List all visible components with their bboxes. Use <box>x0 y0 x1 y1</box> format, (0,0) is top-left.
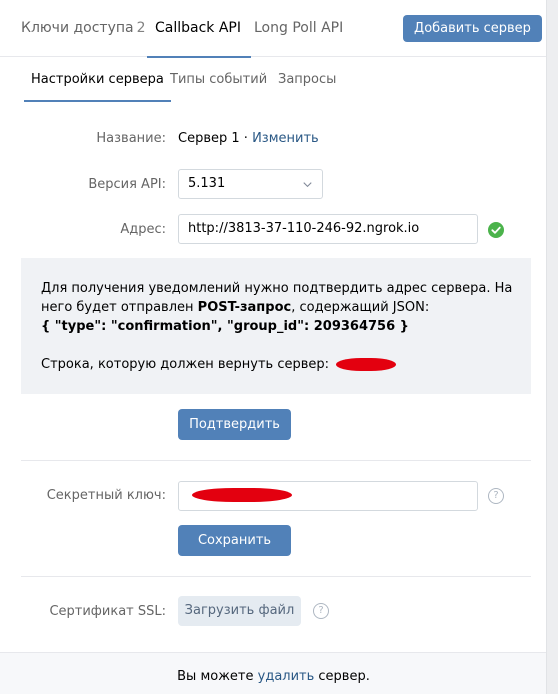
change-name-link[interactable]: Изменить <box>252 131 319 146</box>
footer: Вы можете удалить сервер. <box>0 652 546 694</box>
name-row: Сервер 1 · Изменить <box>178 131 319 146</box>
upload-file-button[interactable]: Загрузить файл <box>178 596 301 626</box>
name-separator: · <box>239 131 253 146</box>
chevron-down-icon <box>303 182 312 188</box>
secret-key-input[interactable] <box>178 481 478 511</box>
server-name: Сервер 1 <box>178 131 240 146</box>
delete-server-link[interactable]: удалить <box>258 669 315 684</box>
top-tabs: Ключи доступа 2 Callback API Long Poll AP… <box>0 0 546 58</box>
confirm-button[interactable]: Подтвердить <box>178 409 291 440</box>
confirmation-json: { "type": "confirmation", "group_id": 20… <box>41 319 409 334</box>
confirmation-text-bold: POST-запрос <box>197 300 292 315</box>
version-label: Версия API: <box>88 177 166 192</box>
tab-callback-api[interactable]: Callback API <box>146 0 252 58</box>
return-string-label: Строка, которую должен вернуть сервер: <box>41 357 330 372</box>
address-label: Адрес: <box>120 222 166 237</box>
checkmark-circle-icon <box>488 222 504 238</box>
question-circle-icon[interactable]: ? <box>313 603 329 619</box>
question-circle-icon[interactable]: ? <box>488 488 504 504</box>
api-version-select[interactable]: 5.131 <box>178 169 323 199</box>
confirmation-text-2: , содержащий JSON: <box>291 300 430 315</box>
divider <box>21 460 531 461</box>
tab-server-settings[interactable]: Настройки сервера <box>24 58 171 102</box>
name-label: Название: <box>96 131 166 146</box>
tab-event-types[interactable]: Типы событий <box>170 58 267 102</box>
return-string-row: Строка, которую должен вернуть сервер: <box>41 357 397 372</box>
divider <box>21 576 531 577</box>
redacted-secret-key <box>192 487 292 502</box>
add-server-button[interactable]: Добавить сервер <box>403 15 542 42</box>
redacted-confirmation-string <box>336 358 397 371</box>
ssl-label: Сертификат SSL: <box>49 604 166 619</box>
secret-key-label: Секретный ключ: <box>46 488 166 503</box>
address-input[interactable]: http://3813-37-110-246-92.ngrok.io <box>178 214 478 244</box>
tab-long-poll-api[interactable]: Long Poll API <box>254 0 343 57</box>
tab-requests[interactable]: Запросы <box>278 58 336 102</box>
callback-api-panel: Ключи доступа 2 Callback API Long Poll AP… <box>0 0 547 694</box>
confirmation-instructions: Для получения уведомлений нужно подтверд… <box>41 279 521 336</box>
api-version-value: 5.131 <box>188 176 226 191</box>
footer-text-after: сервер. <box>314 669 370 684</box>
tab-access-keys[interactable]: Ключи доступа 2 <box>21 0 146 57</box>
tab-long-poll-api-label: Long Poll API <box>254 20 344 36</box>
save-button[interactable]: Сохранить <box>178 525 291 556</box>
footer-text-before: Вы можете <box>177 669 258 684</box>
tab-access-keys-label: Ключи доступа <box>21 20 134 36</box>
tab-callback-api-label: Callback API <box>155 20 242 36</box>
sub-tabs: Настройки сервера Типы событий Запросы <box>0 58 546 102</box>
tab-access-keys-count: 2 <box>136 20 146 36</box>
confirmation-info-box: Для получения уведомлений нужно подтверд… <box>21 258 531 394</box>
